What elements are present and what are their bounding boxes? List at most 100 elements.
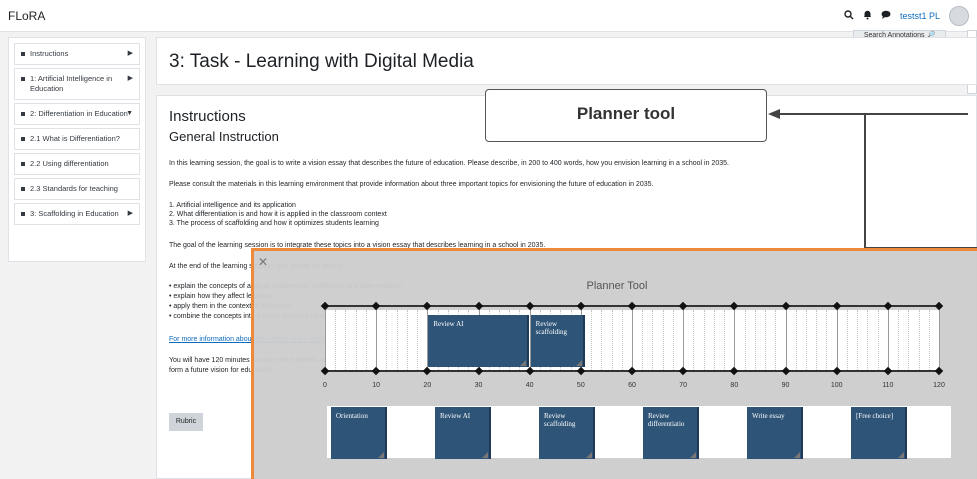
grid-line-minor xyxy=(662,310,664,370)
sidebar-item-instructions[interactable]: Instructions ▶ xyxy=(14,43,140,65)
grid-line-minor xyxy=(386,310,388,370)
sidebar-item-label: 1: Artificial Intelligence in Education xyxy=(30,74,113,93)
resize-handle[interactable] xyxy=(898,452,904,458)
grid-line-minor xyxy=(417,310,419,370)
tick-label: 70 xyxy=(679,382,688,389)
grid-line-minor xyxy=(857,310,859,370)
timeline-marker-top xyxy=(934,301,944,311)
grid-line-minor xyxy=(396,310,398,370)
sidebar-item-ai[interactable]: 1: Artificial Intelligence in Education … xyxy=(14,68,140,100)
scheduled-block[interactable]: Review AI xyxy=(428,315,529,367)
page-title: 3: Task - Learning with Digital Media xyxy=(169,51,474,72)
course-index-sidebar: Instructions ▶ 1: Artificial Intelligenc… xyxy=(8,37,146,262)
grid-line-minor xyxy=(693,310,695,370)
grid-line-major xyxy=(836,309,838,371)
resize-handle[interactable] xyxy=(575,360,582,366)
close-icon[interactable]: ✕ xyxy=(258,255,268,269)
grid-line-minor xyxy=(642,310,644,370)
bell-icon[interactable] xyxy=(863,10,872,23)
palette-block[interactable]: [Free choice] xyxy=(851,407,907,459)
grid-line-minor xyxy=(775,310,777,370)
grid-line-major xyxy=(325,309,326,371)
tick-label: 80 xyxy=(730,382,739,389)
grid-line-minor xyxy=(898,310,900,370)
grid-line-minor xyxy=(703,310,705,370)
tick-label: 50 xyxy=(576,382,585,389)
section-subtitle: General Instruction xyxy=(169,129,279,144)
chat-icon[interactable] xyxy=(881,10,891,22)
grid-line-major xyxy=(785,309,787,371)
palette-block[interactable]: Review AI xyxy=(435,407,491,459)
paragraph: In this learning session, the goal is to… xyxy=(169,160,729,167)
chevron-right-icon[interactable]: ▶ xyxy=(128,74,133,84)
grid-line-major xyxy=(734,309,736,371)
chevron-right-icon[interactable]: ▶ xyxy=(128,209,133,219)
user-name[interactable]: testst1 PL xyxy=(900,11,940,21)
resize-handle[interactable] xyxy=(586,452,592,458)
list-item: 3. The process of scaffolding and how it… xyxy=(169,220,379,227)
tick-label: 120 xyxy=(933,382,945,389)
chevron-right-icon[interactable]: ▶ xyxy=(128,49,133,59)
grid-line-minor xyxy=(765,310,767,370)
palette-block[interactable]: Review scaffolding xyxy=(539,407,595,459)
tick-label: 110 xyxy=(882,382,894,389)
timeline-marker-top xyxy=(474,301,483,311)
grid-line-minor xyxy=(918,310,920,370)
paragraph: Please consult the materials in this lea… xyxy=(169,181,654,188)
grid-line-minor xyxy=(795,310,797,370)
tick-label: 40 xyxy=(525,382,534,389)
grid-line-major xyxy=(683,309,685,371)
grid-line-minor xyxy=(652,310,654,370)
grid-line-minor xyxy=(355,310,357,370)
grid-line-minor xyxy=(805,310,807,370)
grid-line-minor xyxy=(877,310,879,370)
sidebar-item-what-is-differentiation[interactable]: 2.1 What is Differentiation? xyxy=(14,128,140,150)
palette-block[interactable]: Write essay xyxy=(747,407,803,459)
grid-line-minor xyxy=(365,310,367,370)
sidebar-item-label: 2: Differentiation in Education xyxy=(30,109,128,118)
tick-label: 60 xyxy=(628,382,636,389)
timeline-marker-top xyxy=(781,301,790,311)
grid-line-minor xyxy=(816,310,818,370)
brand-logo[interactable]: FLoRA xyxy=(8,9,45,23)
grid-line-minor xyxy=(826,310,828,370)
tick-label: 20 xyxy=(423,382,432,389)
tick-label: 10 xyxy=(372,382,381,389)
timeline-marker-top xyxy=(832,301,841,311)
palette-block[interactable]: Review differentiatio xyxy=(643,407,699,459)
sidebar-item-label: 2.3 Standards for teaching xyxy=(30,184,118,193)
resize-handle[interactable] xyxy=(690,452,696,458)
resize-handle[interactable] xyxy=(519,360,526,366)
timeline-marker-top xyxy=(730,301,739,311)
grid-line-major xyxy=(887,309,889,371)
chevron-down-icon[interactable]: ▼ xyxy=(126,109,133,119)
grid-line-minor xyxy=(744,310,746,370)
rubric-button[interactable]: Rubric xyxy=(169,413,203,431)
grid-line-minor xyxy=(345,310,347,370)
palette-block[interactable]: Orientation xyxy=(331,407,387,459)
grid-line-major xyxy=(376,309,378,371)
sidebar-item-label: 3: Scaffolding in Education xyxy=(30,209,119,218)
avatar[interactable] xyxy=(949,6,969,26)
timeline-marker-top xyxy=(525,301,534,311)
page-header: 3: Task - Learning with Digital Media xyxy=(156,37,977,85)
timeline-marker-top xyxy=(371,301,381,311)
grid-line-major xyxy=(939,309,940,371)
resize-handle[interactable] xyxy=(378,452,384,458)
resize-handle[interactable] xyxy=(482,452,488,458)
timeline-marker-top xyxy=(883,301,893,311)
grid-line-minor xyxy=(846,310,848,370)
grid-line-minor xyxy=(713,310,715,370)
timeline-marker-top xyxy=(423,301,432,311)
search-icon[interactable] xyxy=(844,9,854,23)
top-navbar: FLoRA testst1 PL xyxy=(0,0,977,32)
resize-handle[interactable] xyxy=(794,452,800,458)
list-item: 2. What differentiation is and how it is… xyxy=(169,211,387,218)
sidebar-item-scaffolding[interactable]: 3: Scaffolding in Education ▶ xyxy=(14,203,140,225)
sidebar-item-using-differentiation[interactable]: 2.2 Using differentiation xyxy=(14,153,140,175)
user-menu-area: testst1 PL xyxy=(844,6,969,26)
sidebar-item-standards[interactable]: 2.3 Standards for teaching xyxy=(14,178,140,200)
grid-line-minor xyxy=(591,310,593,370)
scheduled-block[interactable]: Review scaffolding xyxy=(530,315,585,367)
sidebar-item-differentiation[interactable]: 2: Differentiation in Education ▼ xyxy=(14,103,140,125)
